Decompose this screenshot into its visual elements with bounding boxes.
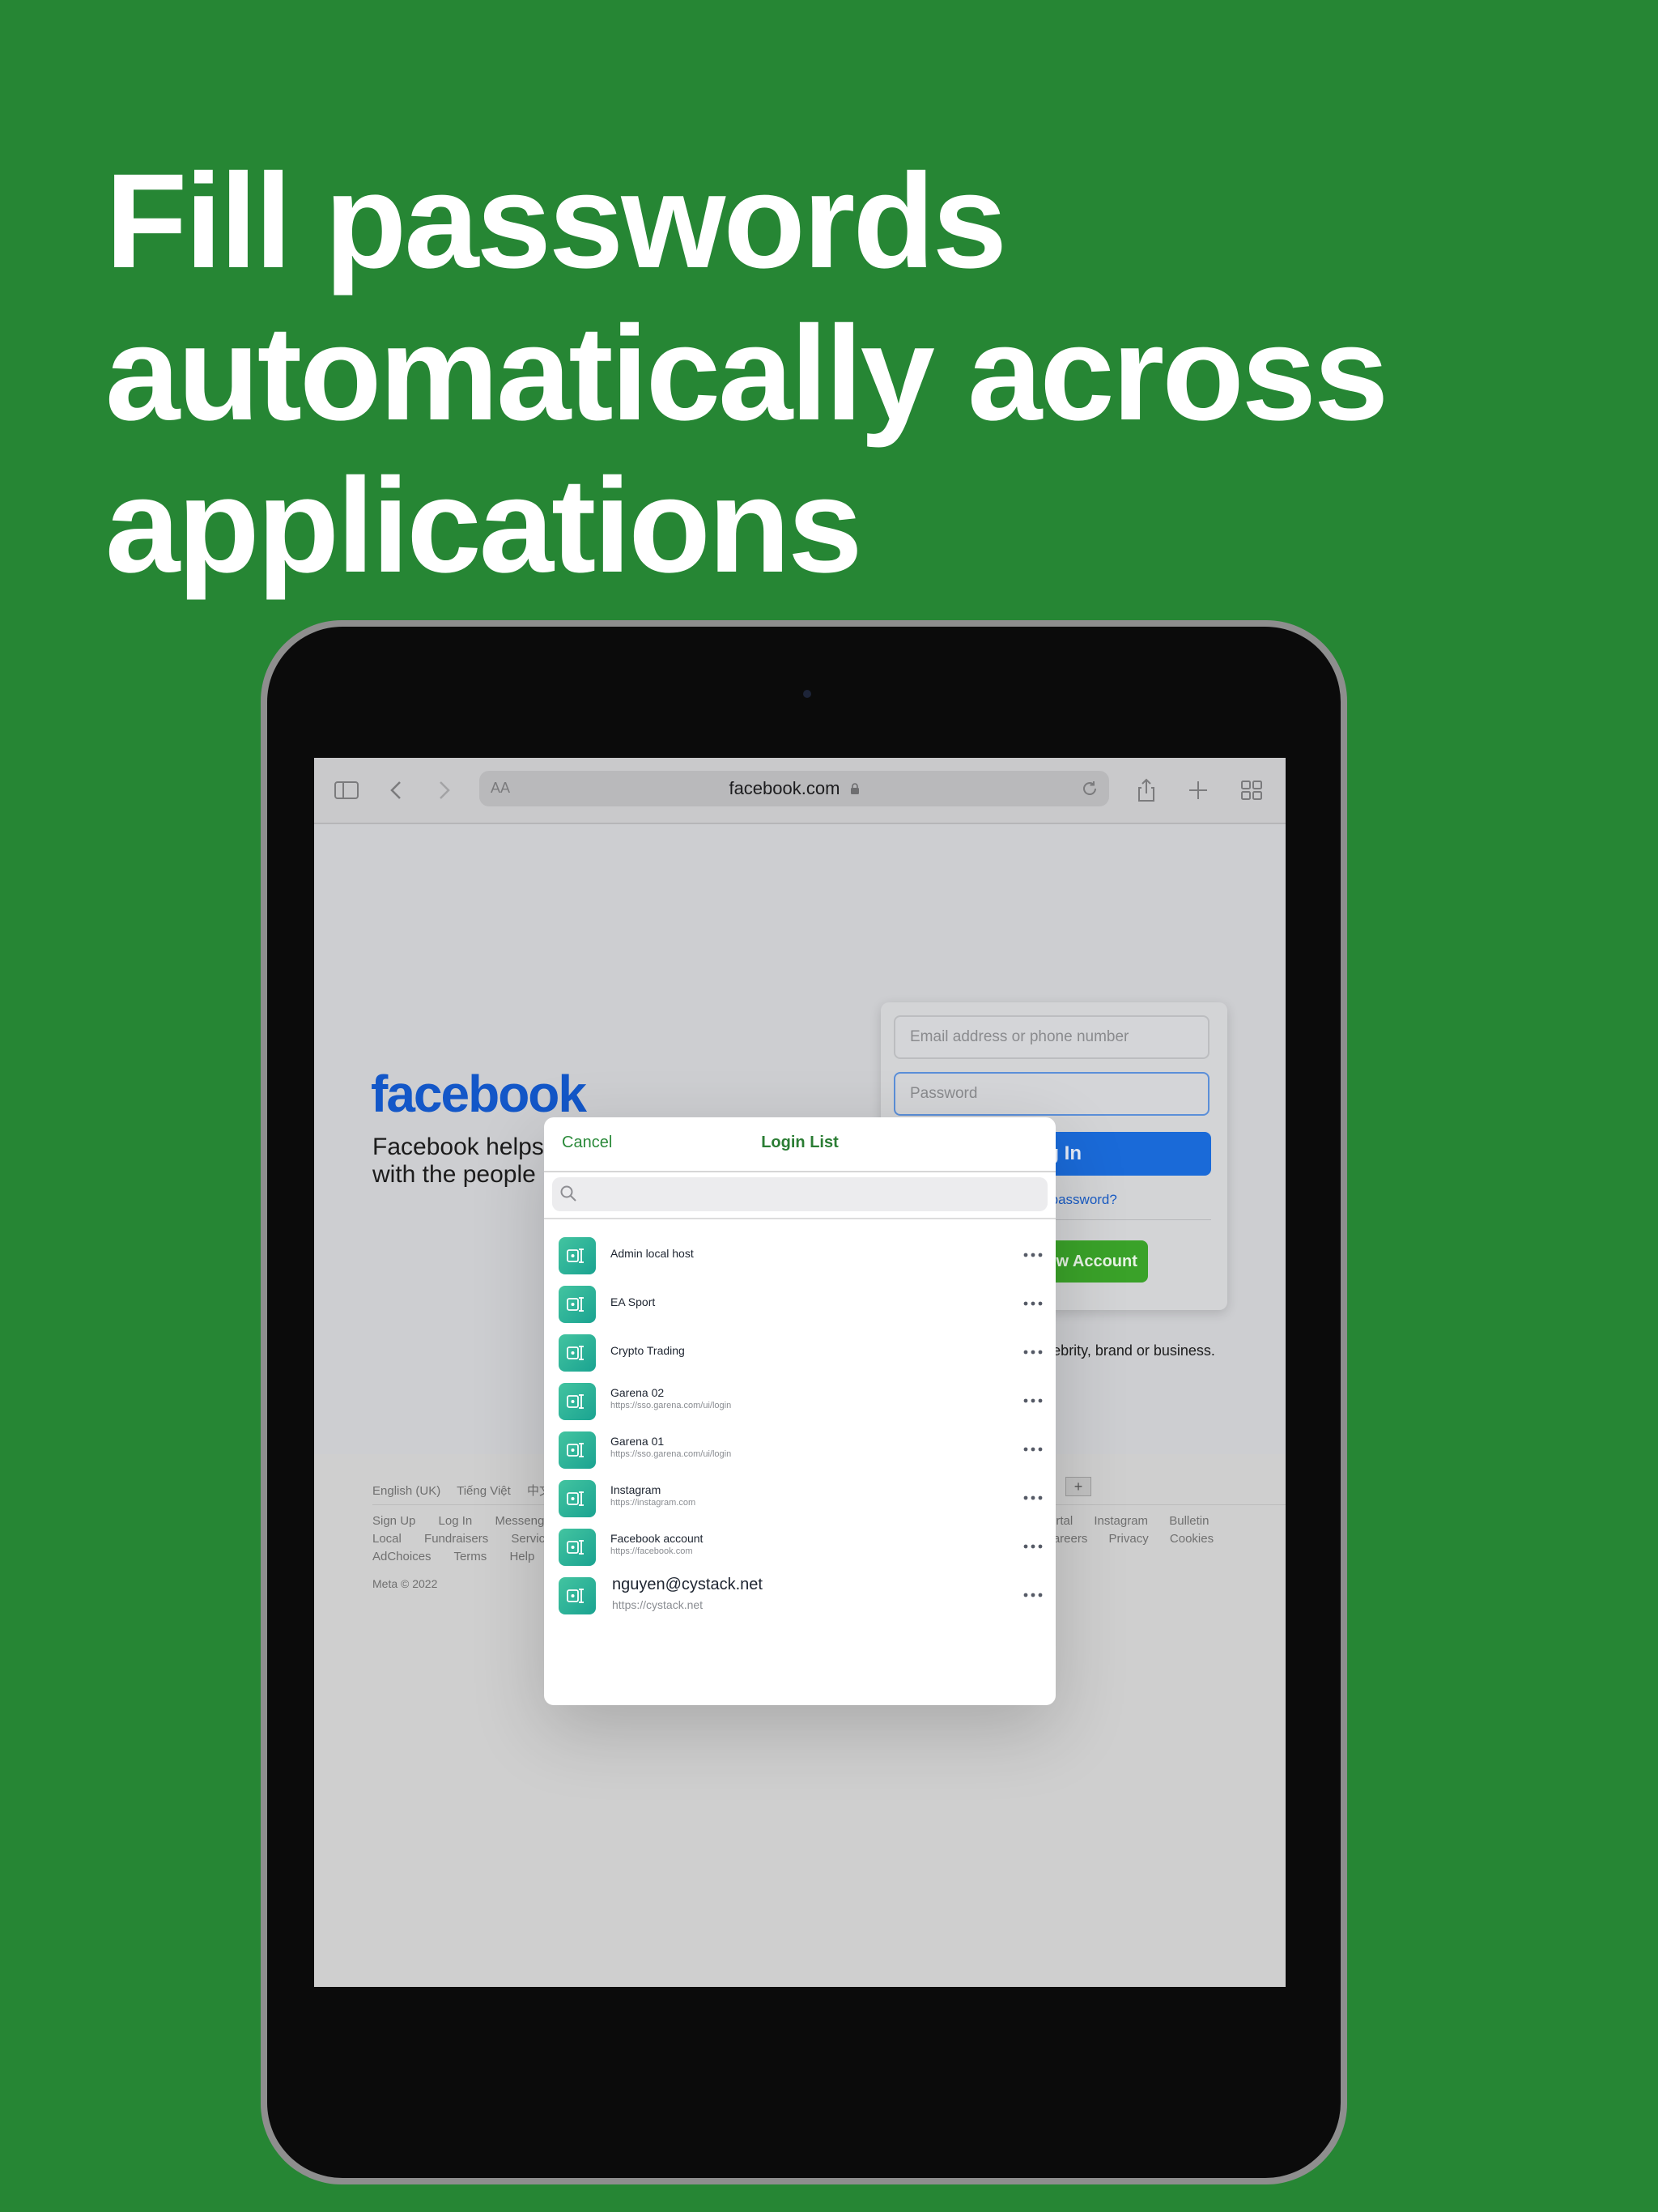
key-card-icon: [567, 1394, 584, 1409]
footer-link[interactable]: Local: [372, 1532, 402, 1546]
ipad-device-frame: AA facebook.com facebook Facebook helps …: [261, 620, 1347, 2184]
address-bar[interactable]: AA facebook.com: [479, 771, 1109, 806]
more-languages-button[interactable]: +: [1065, 1477, 1091, 1496]
url-text: facebook.com: [479, 778, 1109, 799]
headline-line-3: applications: [105, 451, 863, 601]
tabs-icon[interactable]: [1239, 777, 1265, 803]
login-item-url: https://sso.garena.com/ui/login: [610, 1401, 732, 1410]
footer-link[interactable]: Fundraisers: [424, 1532, 488, 1546]
sidebar-icon[interactable]: [334, 777, 359, 803]
forward-icon[interactable]: [431, 777, 457, 803]
search-input[interactable]: [585, 1177, 1041, 1213]
language-link[interactable]: English (UK): [372, 1484, 440, 1498]
login-item-url: https://instagram.com: [610, 1498, 696, 1508]
login-list-modal: Cancel Login List Admin local host EA Sp…: [544, 1117, 1056, 1705]
login-item[interactable]: Garena 02 https://sso.garena.com/ui/logi…: [544, 1376, 1056, 1425]
login-item-title: Admin local host: [610, 1247, 694, 1260]
login-item-title: Crypto Trading: [610, 1344, 685, 1357]
login-item[interactable]: EA Sport: [544, 1279, 1056, 1328]
login-item-icon: [559, 1529, 596, 1566]
modal-header: Cancel Login List: [544, 1117, 1056, 1172]
login-item[interactable]: Instagram https://instagram.com: [544, 1474, 1056, 1522]
facebook-logo: facebook: [371, 1065, 587, 1123]
more-icon[interactable]: [1022, 1297, 1044, 1310]
footer-link[interactable]: Instagram: [1094, 1514, 1148, 1528]
email-field[interactable]: Email address or phone number: [894, 1015, 1209, 1059]
more-icon[interactable]: [1022, 1540, 1044, 1553]
login-item-icon: [559, 1383, 596, 1420]
modal-title: Login List: [761, 1134, 839, 1151]
footer-link[interactable]: Privacy: [1109, 1532, 1149, 1546]
more-icon[interactable]: [1022, 1394, 1044, 1407]
more-icon[interactable]: [1022, 1491, 1044, 1504]
footer-link[interactable]: Cookies: [1170, 1532, 1214, 1546]
meta-copyright: Meta © 2022: [372, 1577, 438, 1590]
footer-link[interactable]: Help: [509, 1550, 534, 1563]
search-bar: [552, 1177, 1048, 1213]
key-card-icon: [567, 1249, 584, 1263]
footer-links-row-3: AdChoices Terms Help: [372, 1550, 554, 1563]
footer-link[interactable]: Bulletin: [1169, 1514, 1209, 1528]
key-card-icon: [567, 1297, 584, 1312]
headline-line-1: Fill passwords: [105, 147, 1007, 296]
key-card-icon: [567, 1443, 584, 1457]
reload-icon[interactable]: [1080, 779, 1099, 798]
login-item-title: EA Sport: [610, 1295, 656, 1308]
login-item-icon: [559, 1577, 596, 1614]
login-item[interactable]: Facebook account https://facebook.com: [544, 1522, 1056, 1571]
plus-icon[interactable]: [1185, 777, 1211, 803]
search-divider: [544, 1218, 1056, 1219]
login-item-title: Garena 02: [610, 1386, 665, 1399]
login-item-icon: [559, 1286, 596, 1323]
footer-link[interactable]: Log In: [439, 1514, 473, 1528]
login-item[interactable]: Garena 01 https://sso.garena.com/ui/logi…: [544, 1425, 1056, 1474]
login-item-url: https://sso.garena.com/ui/login: [610, 1449, 732, 1459]
footer-link[interactable]: Sign Up: [372, 1514, 415, 1528]
password-field[interactable]: Password: [894, 1072, 1209, 1116]
login-item-icon: [559, 1334, 596, 1372]
login-item[interactable]: nguyen@cystack.net https://cystack.net: [544, 1571, 1056, 1619]
share-icon[interactable]: [1133, 777, 1159, 803]
login-item[interactable]: Crypto Trading: [544, 1328, 1056, 1376]
key-card-icon: [567, 1540, 584, 1555]
key-card-icon: [567, 1346, 584, 1360]
login-item-title: Instagram: [610, 1483, 661, 1496]
login-item-url: https://facebook.com: [610, 1546, 693, 1556]
login-item[interactable]: Admin local host: [544, 1231, 1056, 1279]
more-icon[interactable]: [1022, 1443, 1044, 1456]
safari-toolbar: AA facebook.com: [314, 758, 1286, 824]
lock-icon: [850, 783, 859, 794]
language-link[interactable]: Tiếng Việt: [457, 1484, 511, 1498]
device-screen: AA facebook.com facebook Facebook helps …: [314, 758, 1286, 1987]
login-item-icon: [559, 1431, 596, 1469]
front-camera: [803, 690, 811, 698]
footer-link[interactable]: Terms: [453, 1550, 487, 1563]
url-domain: facebook.com: [729, 778, 840, 798]
login-item-title: nguyen@cystack.net: [612, 1576, 763, 1593]
back-icon[interactable]: [384, 777, 410, 803]
key-card-icon: [567, 1589, 584, 1603]
more-icon[interactable]: [1022, 1346, 1044, 1359]
login-item-icon: [559, 1237, 596, 1274]
login-item-title: Facebook account: [610, 1532, 704, 1545]
more-icon[interactable]: [1022, 1249, 1044, 1261]
device-bezel: AA facebook.com facebook Facebook helps …: [267, 627, 1341, 2178]
more-icon[interactable]: [1022, 1589, 1044, 1602]
login-item-url: https://cystack.net: [612, 1598, 704, 1611]
login-item-icon: [559, 1480, 596, 1517]
footer-link[interactable]: AdChoices: [372, 1550, 432, 1563]
key-card-icon: [567, 1491, 584, 1506]
login-item-title: Garena 01: [610, 1435, 665, 1448]
headline-line-2: automatically across: [105, 299, 1388, 449]
search-icon: [560, 1185, 576, 1202]
headline: Fill passwords automatically across appl…: [105, 146, 1562, 602]
